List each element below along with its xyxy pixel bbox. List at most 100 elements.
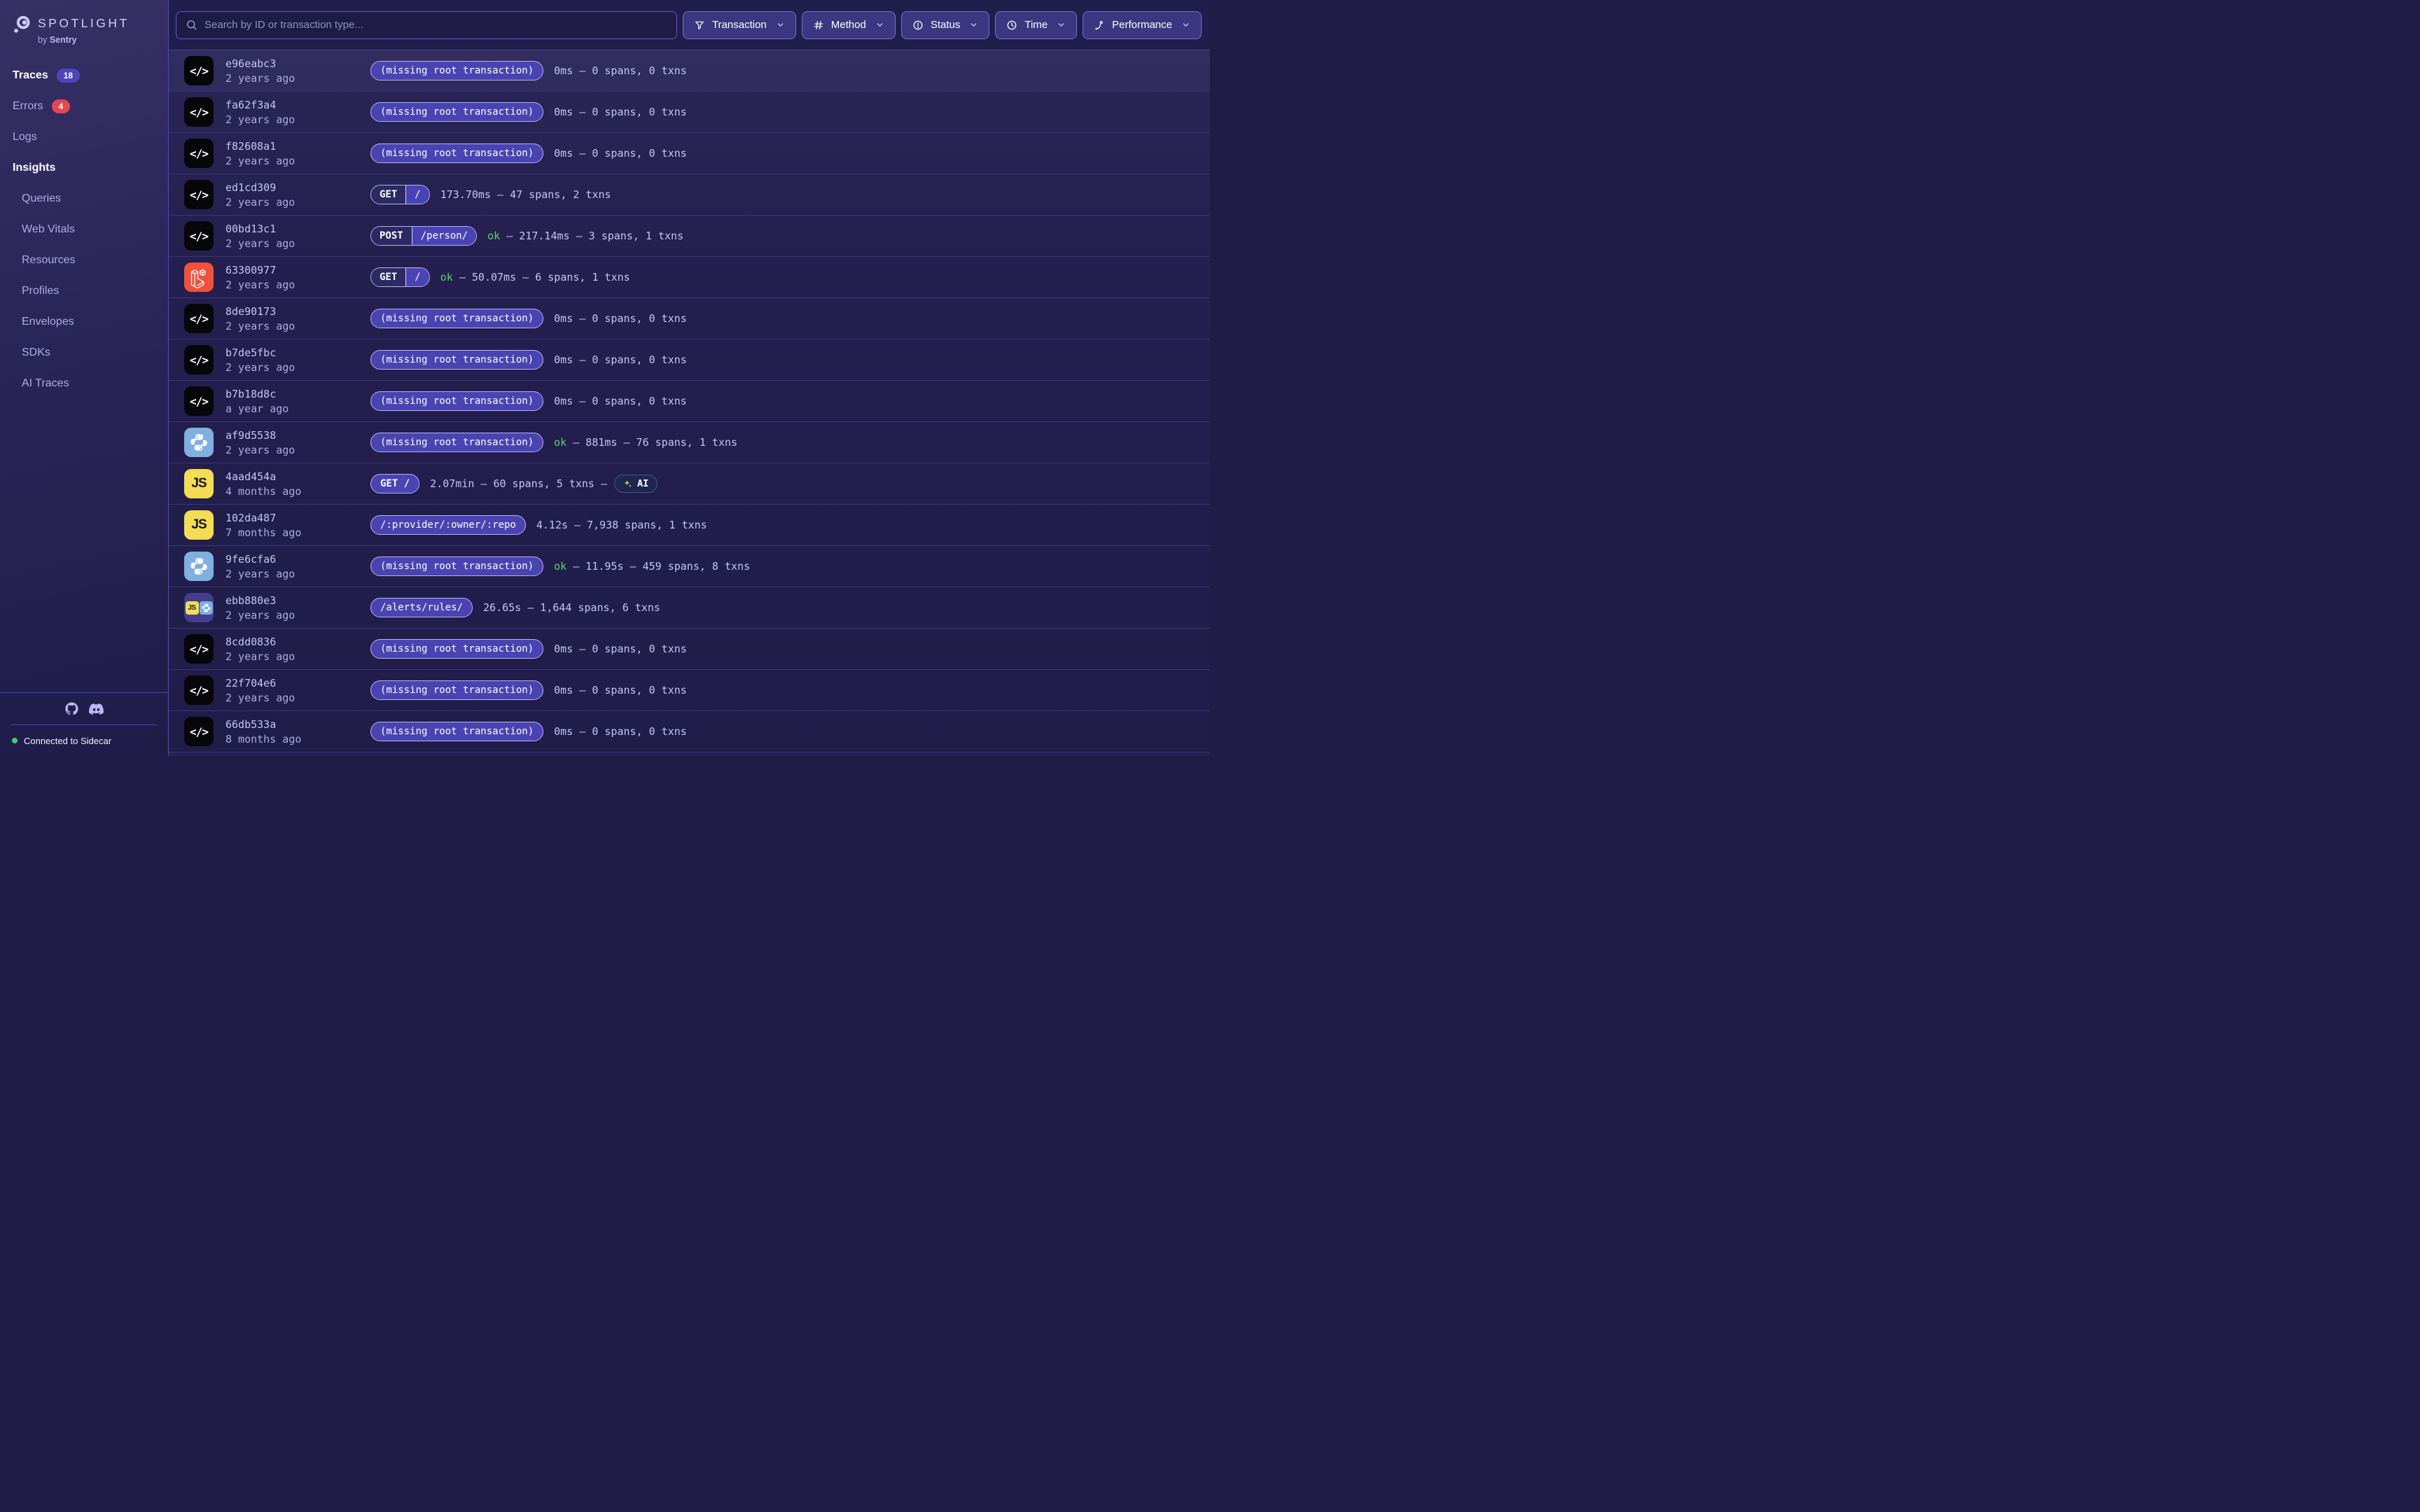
trace-summary: (missing root transaction) 0ms — 0 spans…: [370, 391, 687, 411]
trace-row[interactable]: </> f82608a1 2 years ago (missing root t…: [169, 133, 1210, 174]
transaction-badge: /alerts/rules/: [370, 598, 473, 617]
performance-icon: [1094, 20, 1105, 31]
trace-row[interactable]: 63300977 2 years ago GET/ ok — 50.07ms —…: [169, 257, 1210, 298]
stats-text: — 50.07ms — 6 spans, 1 txns: [453, 271, 630, 284]
trace-meta: 9fe6cfa6 2 years ago: [225, 553, 370, 580]
trace-summary: (missing root transaction) ok — 881ms — …: [370, 433, 737, 452]
filter-method-button[interactable]: Method: [802, 11, 896, 39]
trace-id: ed1cd309: [225, 181, 370, 194]
trace-row[interactable]: JS 102da487 7 months ago /:provider/:own…: [169, 505, 1210, 546]
stats-text: — 11.95s — 459 spans, 8 txns: [566, 560, 750, 573]
trace-row[interactable]: </> fa62f3a4 2 years ago (missing root t…: [169, 92, 1210, 133]
code-icon: </>: [184, 56, 214, 85]
chevron-down-icon: [969, 20, 978, 29]
status-dot-icon: [12, 738, 18, 743]
sidebar-item-sdks[interactable]: SDKs: [8, 337, 160, 368]
filter-time-button[interactable]: Time: [995, 11, 1077, 39]
trace-id: 102da487: [225, 512, 370, 524]
search-input[interactable]: [204, 19, 667, 31]
trace-age: 7 months ago: [225, 526, 370, 539]
trace-row[interactable]: </> 8de90173 2 years ago (missing root t…: [169, 298, 1210, 340]
trace-stats: 0ms — 0 spans, 0 txns: [554, 106, 687, 118]
stats-text: 0ms — 0 spans, 0 txns: [554, 354, 687, 366]
sidebar-item-insights[interactable]: Insights: [8, 153, 160, 183]
count-badge: 4: [52, 99, 71, 113]
trace-age: 2 years ago: [225, 113, 370, 126]
trace-meta: 63300977 2 years ago: [225, 264, 370, 291]
discord-icon[interactable]: [89, 704, 104, 715]
trace-id: 00bd13c1: [225, 223, 370, 235]
trace-meta: 4aad454a 4 months ago: [225, 470, 370, 498]
sidebar-item-queries[interactable]: Queries: [8, 183, 160, 214]
trace-meta: ebb880e3 2 years ago: [225, 594, 370, 622]
sidebar-item-ai-traces[interactable]: AI Traces: [8, 368, 160, 399]
trace-row[interactable]: </> e96eabc3 2 years ago (missing root t…: [169, 50, 1210, 92]
sidebar-item-label: Queries: [22, 192, 61, 205]
trace-id: 8cdd0836: [225, 636, 370, 648]
sidebar-item-profiles[interactable]: Profiles: [8, 276, 160, 307]
sidebar-item-envelopes[interactable]: Envelopes: [8, 307, 160, 337]
filter-status-button[interactable]: Status: [901, 11, 990, 39]
trace-row[interactable]: </> b7b18d8c a year ago (missing root tr…: [169, 381, 1210, 422]
sidebar-item-label: AI Traces: [22, 377, 69, 390]
trace-id: f82608a1: [225, 140, 370, 153]
trace-age: 8 months ago: [225, 733, 370, 746]
code-icon: </>: [184, 304, 214, 333]
trace-row[interactable]: 9fe6cfa6 2 years ago (missing root trans…: [169, 546, 1210, 587]
sidecar-status: Connected to Sidecar: [0, 725, 168, 756]
trace-summary: GET/ ok — 50.07ms — 6 spans, 1 txns: [370, 267, 630, 287]
github-icon[interactable]: [65, 702, 78, 715]
http-method: GET: [371, 268, 406, 286]
transaction-badge: (missing root transaction): [370, 433, 543, 452]
trace-id: b7de5fbc: [225, 346, 370, 359]
trace-row[interactable]: JS ebb880e3 2 years ago /alerts/rules/ 2…: [169, 587, 1210, 629]
trace-row[interactable]: JS 4aad454a 4 months ago GET / 2.07min —…: [169, 463, 1210, 505]
trace-meta: af9d5538 2 years ago: [225, 429, 370, 456]
sidebar-item-traces[interactable]: Traces 18: [8, 60, 160, 91]
trace-row[interactable]: af9d5538 2 years ago (missing root trans…: [169, 422, 1210, 463]
filter-performance-button[interactable]: Performance: [1083, 11, 1202, 39]
transaction-path: /: [406, 186, 429, 204]
sidebar-item-resources[interactable]: Resources: [8, 245, 160, 276]
status-ok: ok: [554, 560, 566, 573]
js-icon: JS: [184, 469, 214, 498]
transaction-badge: (missing root transaction): [370, 350, 543, 370]
trace-summary: POST/person/ ok — 217.14ms — 3 spans, 1 …: [370, 226, 683, 246]
trace-stats: 26.65s — 1,644 spans, 6 txns: [483, 601, 660, 614]
code-icon: </>: [184, 180, 214, 209]
trace-row[interactable]: </> 22f704e6 2 years ago (missing root t…: [169, 670, 1210, 711]
trace-row[interactable]: </> 8cdd0836 2 years ago (missing root t…: [169, 629, 1210, 670]
filter-label: Method: [831, 19, 866, 31]
trace-id: fa62f3a4: [225, 99, 370, 111]
sidebar-item-web-vitals[interactable]: Web Vitals: [8, 214, 160, 245]
trace-row[interactable]: </> 00bd13c1 2 years ago POST/person/ ok…: [169, 216, 1210, 257]
count-badge: 18: [57, 69, 80, 83]
trace-row[interactable]: </> 66db533a 8 months ago (missing root …: [169, 711, 1210, 752]
trace-stats: ok — 217.14ms — 3 spans, 1 txns: [487, 230, 683, 242]
http-method: POST: [371, 227, 412, 245]
trace-stats: 4.12s — 7,938 spans, 1 txns: [536, 519, 707, 531]
sidebar-item-label: Resources: [22, 254, 75, 267]
sidebar-item-logs[interactable]: Logs: [8, 122, 160, 153]
sidebar-item-errors[interactable]: Errors 4: [8, 91, 160, 122]
trace-summary: (missing root transaction) 0ms — 0 spans…: [370, 102, 687, 122]
filter-label: Transaction: [712, 19, 767, 31]
trace-stats: ok — 881ms — 76 spans, 1 txns: [554, 436, 737, 449]
trace-summary: /:provider/:owner/:repo 4.12s — 7,938 sp…: [370, 515, 707, 535]
trace-row[interactable]: </> ed1cd309 2 years ago GET/ 173.70ms —…: [169, 174, 1210, 216]
trace-stats: 0ms — 0 spans, 0 txns: [554, 312, 687, 325]
trace-stats: 0ms — 0 spans, 0 txns: [554, 684, 687, 696]
code-icon: </>: [184, 676, 214, 705]
filter-transaction-button[interactable]: Transaction: [683, 11, 796, 39]
trace-summary: (missing root transaction) 0ms — 0 spans…: [370, 639, 687, 659]
clock-icon: [1006, 20, 1017, 31]
trace-summary: (missing root transaction) 0ms — 0 spans…: [370, 350, 687, 370]
trace-summary: (missing root transaction) ok — 11.95s —…: [370, 556, 750, 576]
trace-age: a year ago: [225, 402, 370, 415]
trace-id: af9d5538: [225, 429, 370, 442]
sparkles-icon: [623, 479, 632, 489]
trace-stats: 173.70ms — 47 spans, 2 txns: [440, 188, 611, 201]
trace-id: e96eabc3: [225, 57, 370, 70]
trace-row[interactable]: </> b7de5fbc 2 years ago (missing root t…: [169, 340, 1210, 381]
trace-age: 2 years ago: [225, 568, 370, 580]
